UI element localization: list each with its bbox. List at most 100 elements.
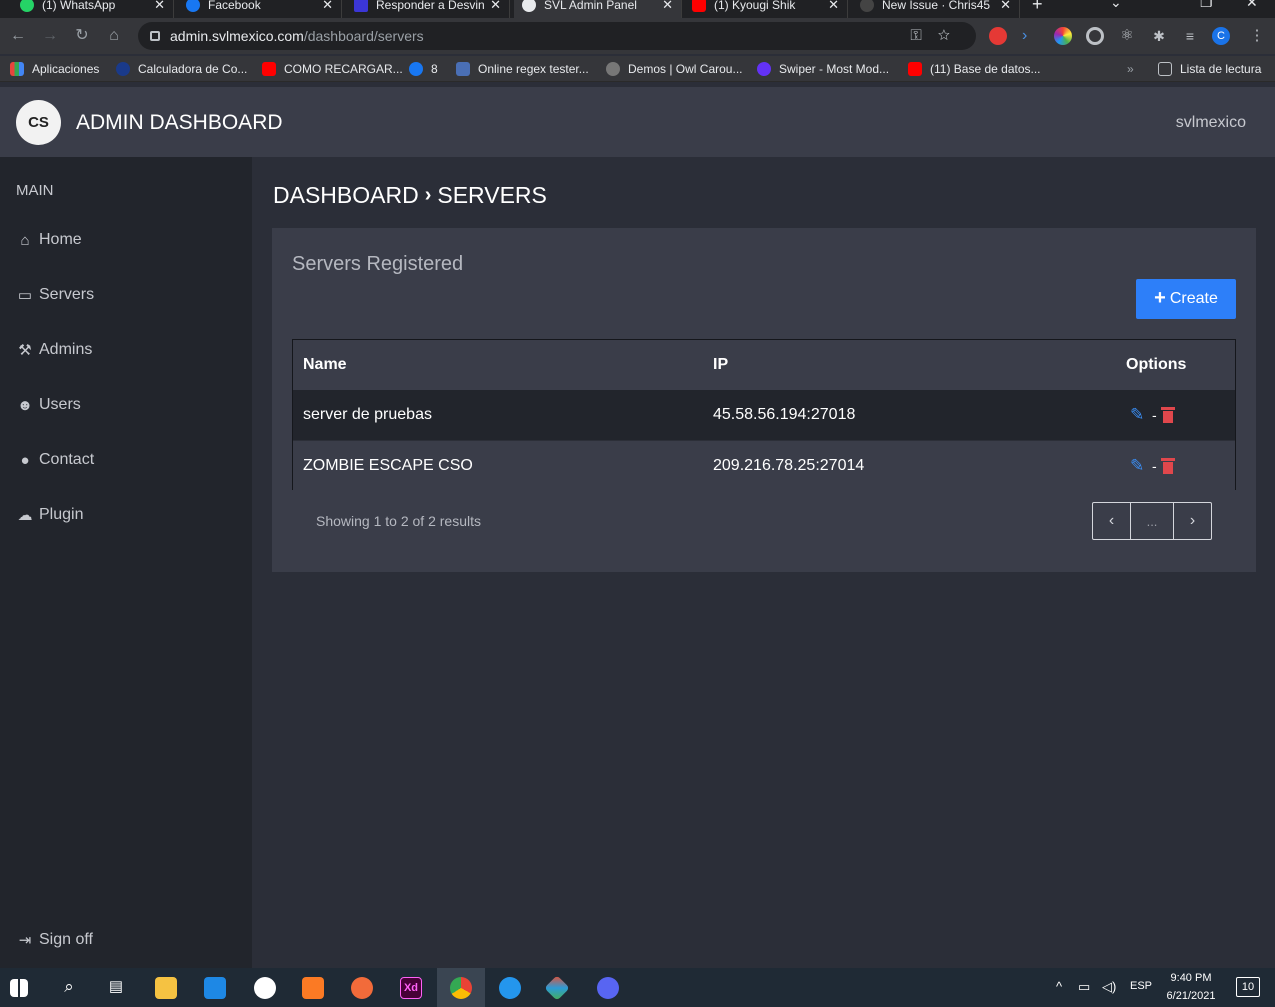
logo-text: CS — [28, 114, 49, 131]
close-icon[interactable]: ✕ — [662, 0, 673, 13]
discord-icon[interactable] — [597, 977, 619, 999]
notification-count: 10 — [1241, 981, 1255, 993]
tab-title: Facebook — [208, 0, 261, 12]
media-control-icon[interactable]: ≡ — [1181, 27, 1199, 45]
tab-github-issue[interactable]: New Issue · Chris45 ✕ — [852, 0, 1020, 18]
edit-icon[interactable]: ✎ — [1130, 406, 1148, 424]
search-icon[interactable]: ⌕ — [58, 977, 80, 999]
task-view-icon[interactable]: ▤ — [105, 977, 127, 999]
close-icon[interactable]: ✕ — [1000, 0, 1011, 13]
tab-svl-admin-panel[interactable]: SVL Admin Panel ✕ — [514, 0, 682, 18]
table-row: server de pruebas 45.58.56.194:27018 ✎ - — [293, 390, 1235, 440]
network-icon[interactable]: ▭ — [1078, 979, 1090, 995]
cs-logo[interactable]: CS — [16, 100, 61, 145]
sidebar-item-servers[interactable]: ▭ Servers — [16, 286, 94, 304]
server-ip: 45.58.56.194:27018 — [713, 406, 856, 423]
close-icon[interactable]: ✕ — [154, 0, 165, 13]
close-icon[interactable]: ✕ — [322, 0, 333, 13]
address-bar[interactable]: admin.svlmexico.com/dashboard/servers ⚿☆ — [138, 22, 976, 50]
vscode-icon[interactable] — [204, 977, 226, 999]
sidebar-item-contact[interactable]: ● Contact — [16, 451, 94, 469]
prev-page-button[interactable]: ‹ — [1093, 503, 1130, 539]
trash-icon[interactable] — [1160, 457, 1175, 474]
postman-icon[interactable] — [351, 977, 373, 999]
page-ellipsis[interactable]: ... — [1130, 503, 1174, 539]
close-icon[interactable]: ✕ — [828, 0, 839, 13]
chrome-icon[interactable] — [450, 977, 472, 999]
sidebar-item-label: Servers — [39, 286, 95, 303]
forward-icon[interactable]: → — [40, 26, 60, 46]
new-tab-button[interactable]: + — [1032, 0, 1043, 15]
close-window-icon[interactable]: ✕ — [1246, 0, 1258, 11]
bookmark-calculadora[interactable]: Calculadora de Co... — [116, 60, 247, 78]
gitkraken-icon[interactable] — [544, 975, 570, 1001]
bookmark-label: COMO RECARGAR... — [284, 62, 403, 76]
tab-youtube[interactable]: (1) Kyougi Shik ✕ — [684, 0, 848, 18]
more-bookmarks-icon[interactable]: » — [1127, 60, 1134, 78]
adblock-extension-icon[interactable] — [989, 27, 1007, 45]
next-page-button[interactable]: › — [1174, 503, 1211, 539]
column-header-ip: IP — [713, 356, 729, 373]
clock-time[interactable]: 9:40 PM — [1165, 972, 1217, 984]
header-username[interactable]: svlmexico — [1176, 114, 1246, 132]
home-browser-icon[interactable]: ⌂ — [104, 26, 124, 46]
bookmark-como-recargar[interactable]: COMO RECARGAR... — [262, 60, 403, 78]
servers-card: Servers Registered + Create Name IP Opti… — [272, 228, 1256, 572]
bookmarks-bar: Aplicaciones Calculadora de Co... COMO R… — [0, 56, 1275, 82]
star-icon[interactable]: ☆ — [938, 27, 966, 44]
tab-facebook[interactable]: Facebook ✕ — [178, 0, 342, 18]
tab-title: Responder a Desvin — [376, 0, 485, 12]
target-extension-icon[interactable] — [1086, 27, 1104, 45]
bookmark-apps[interactable]: Aplicaciones — [10, 60, 99, 78]
sidebar-signoff[interactable]: ⇥ Sign off — [16, 931, 93, 949]
close-icon[interactable]: ✕ — [490, 0, 501, 13]
sidebar-item-plugin[interactable]: ☁ Plugin — [16, 506, 84, 524]
bookmark-owl-carousel[interactable]: Demos | Owl Carou... — [606, 60, 742, 78]
key-icon[interactable]: ⚿ — [910, 27, 937, 44]
adobe-xd-icon[interactable]: Xd — [400, 977, 422, 999]
bookmark-base-de-datos[interactable]: (11) Base de datos... — [908, 60, 1041, 78]
server-name: ZOMBIE ESCAPE CSO — [303, 456, 473, 474]
tab-responder[interactable]: Responder a Desvin ✕ — [346, 0, 510, 18]
windows-start-icon[interactable] — [10, 979, 28, 997]
docker-icon[interactable] — [499, 977, 521, 999]
react-extension-icon[interactable]: ⚛ — [1118, 27, 1136, 45]
tab-title: SVL Admin Panel — [544, 0, 637, 12]
cs-logo-icon — [522, 0, 536, 12]
bookmark-swiper[interactable]: Swiper - Most Mod... — [757, 60, 889, 78]
bookmark-regex-tester[interactable]: Online regex tester... — [456, 60, 589, 78]
profile-avatar[interactable]: C — [1212, 27, 1230, 45]
language-indicator[interactable]: ESP — [1130, 980, 1152, 992]
bookmark-facebook[interactable]: 8 — [409, 60, 438, 78]
sidebar-item-home[interactable]: ⌂ Home — [16, 231, 81, 249]
puzzle-extensions-icon[interactable]: ✱ — [1150, 27, 1168, 45]
arrow-extension-icon[interactable]: › — [1022, 27, 1040, 45]
sidebar-item-admins[interactable]: ⚒ Admins — [16, 341, 92, 359]
menu-kebab-icon[interactable]: ⋮ — [1248, 27, 1266, 45]
tab-whatsapp[interactable]: (1) WhatsApp ✕ — [12, 0, 174, 18]
mongodb-compass-icon[interactable] — [254, 977, 276, 999]
volume-icon[interactable]: ◁) — [1102, 979, 1116, 995]
breadcrumb-dashboard[interactable]: DASHBOARD — [273, 182, 419, 209]
notification-center-icon[interactable]: 10 — [1236, 977, 1260, 997]
reading-list[interactable]: Lista de lectura — [1158, 60, 1261, 78]
chevron-up-icon[interactable]: ^ — [1056, 979, 1062, 994]
sidebar-item-label: Contact — [39, 451, 95, 468]
sidebar-item-users[interactable]: ☻ Users — [16, 396, 81, 414]
color-picker-extension-icon[interactable] — [1054, 27, 1072, 45]
url-path: /dashboard/servers — [303, 28, 424, 44]
xampp-icon[interactable] — [302, 977, 324, 999]
tab-search-icon[interactable]: ⌄ — [1110, 0, 1122, 11]
back-icon[interactable]: ← — [8, 26, 28, 46]
users-icon: ☻ — [17, 396, 33, 414]
browser-tab-strip: (1) WhatsApp ✕ Facebook ✕ Responder a De… — [0, 0, 1275, 18]
globe-icon — [606, 62, 620, 76]
trash-icon[interactable] — [1160, 407, 1175, 423]
restore-window-icon[interactable]: ❐ — [1200, 0, 1213, 11]
sidebar-item-label: Plugin — [39, 506, 84, 523]
create-button[interactable]: + Create — [1136, 279, 1236, 319]
edit-icon[interactable]: ✎ — [1130, 456, 1148, 475]
file-explorer-icon[interactable] — [155, 977, 177, 999]
reload-icon[interactable]: ↻ — [72, 26, 92, 46]
clock-date[interactable]: 6/21/2021 — [1162, 990, 1220, 1002]
